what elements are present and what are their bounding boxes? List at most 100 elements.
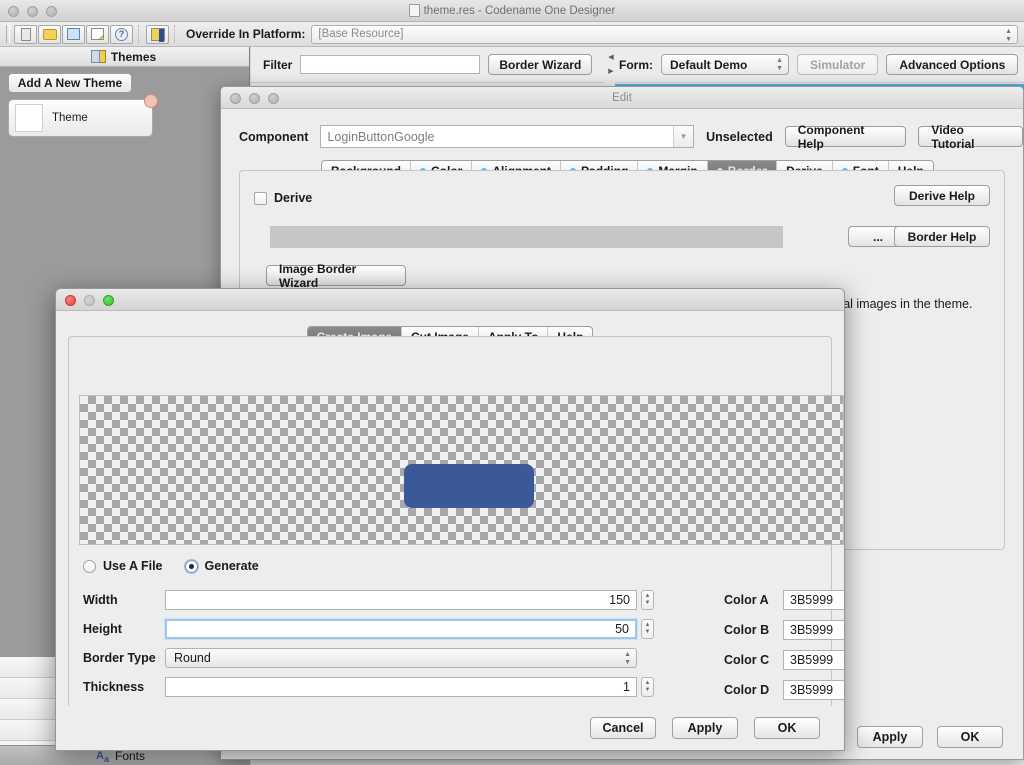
color-b-label: Color B	[724, 623, 776, 637]
stepper-down-icon[interactable]: ▼	[645, 629, 651, 635]
edit-button[interactable]	[86, 25, 109, 44]
color-a-label: Color A	[724, 593, 776, 607]
edit-close-button[interactable]	[230, 93, 241, 104]
theme-list-item[interactable]: Theme	[8, 99, 153, 137]
stepper-down-icon[interactable]: ▼	[645, 687, 651, 693]
stepper-up-icon[interactable]: ▲	[645, 622, 651, 628]
help-button[interactable]: ?	[110, 25, 133, 44]
width-value: 150	[609, 593, 630, 607]
dialog-close-button[interactable]	[65, 295, 76, 306]
themes-header: Themes	[0, 47, 249, 67]
component-help-button[interactable]: Component Help	[785, 126, 907, 147]
generated-border-preview	[404, 464, 534, 508]
field-row-thickness: Thickness 1 ▲▼	[79, 672, 823, 701]
image-preview-canvas[interactable]	[79, 395, 844, 545]
height-input[interactable]: 50	[165, 619, 637, 639]
chevron-left-icon[interactable]: ◀	[608, 55, 613, 61]
form-select[interactable]: Default Demo ▲▼	[661, 54, 789, 75]
color-c-input[interactable]: 3B5999	[783, 650, 845, 670]
dialog-traffic-lights[interactable]	[65, 295, 114, 306]
simulator-label: Simulator	[810, 58, 865, 72]
width-stepper[interactable]: ▲▼	[641, 590, 654, 610]
form-toolbar: Form: Default Demo ▲▼ Simulator Advanced…	[615, 47, 1024, 83]
edit-apply-label: Apply	[873, 730, 908, 744]
help-question-icon: ?	[115, 28, 128, 41]
add-new-theme-button[interactable]: Add A New Theme	[8, 73, 132, 93]
radio-use-a-file[interactable]: Use A File	[83, 559, 163, 573]
derive-checkbox[interactable]	[254, 192, 267, 205]
theme-remove-badge-icon[interactable]	[144, 94, 158, 108]
image-border-wizard-button[interactable]: Image Border Wizard	[266, 265, 406, 286]
component-selector-row: Component LoginButtonGoogle ▼ Unselected…	[221, 109, 1023, 148]
dialog-ok-button[interactable]: OK	[754, 717, 820, 739]
derive-checkbox-row[interactable]: Derive	[254, 191, 990, 205]
edit-apply-button[interactable]: Apply	[857, 726, 923, 748]
radio-generate-control[interactable]	[185, 560, 198, 573]
dialog-apply-button[interactable]: Apply	[672, 717, 738, 739]
themes-icon	[93, 50, 106, 63]
color-a-input[interactable]: 3B5999	[783, 590, 845, 610]
edit-window-traffic-lights[interactable]	[230, 93, 279, 104]
filter-input[interactable]	[300, 55, 480, 74]
open-button[interactable]	[38, 25, 61, 44]
thickness-input[interactable]: 1	[165, 677, 637, 697]
override-platform-combo[interactable]: [Base Resource] ▲▼	[311, 25, 1018, 44]
color-c-value: 3B5999	[790, 653, 833, 667]
chevron-right-icon[interactable]: ▶	[608, 69, 613, 75]
advanced-options-label: Advanced Options	[899, 58, 1005, 72]
stepper-up-icon[interactable]: ▲	[645, 680, 651, 686]
thickness-stepper[interactable]: ▲▼	[641, 677, 654, 697]
toolbar-separator-2	[174, 25, 178, 43]
form-select-value: Default Demo	[670, 58, 747, 72]
window-traffic-lights[interactable]	[8, 6, 57, 17]
color-a-value: 3B5999	[790, 593, 833, 607]
radio-use-a-file-control[interactable]	[83, 560, 96, 573]
fonts-icon: Aa	[96, 750, 110, 762]
border-browse-label: ...	[873, 230, 883, 244]
stepper-down-icon[interactable]: ▼	[645, 600, 651, 606]
height-stepper[interactable]: ▲▼	[641, 619, 654, 639]
field-row-width: Width 150 ▲▼	[79, 585, 823, 614]
dialog-minimize-button[interactable]	[84, 295, 95, 306]
dialog-zoom-button[interactable]	[103, 295, 114, 306]
derive-checkbox-label: Derive	[274, 191, 312, 205]
splitter-handle[interactable]: ◀ ▶	[607, 47, 615, 83]
video-tutorial-button[interactable]: Video Tutorial	[918, 126, 1023, 147]
component-combo[interactable]: LoginButtonGoogle ▼	[320, 125, 694, 148]
border-help-button[interactable]: Border Help	[894, 226, 990, 247]
minimize-button[interactable]	[27, 6, 38, 17]
edit-ok-button[interactable]: OK	[937, 726, 1003, 748]
close-button[interactable]	[8, 6, 19, 17]
color-d-input[interactable]: 3B5999	[783, 680, 845, 700]
radio-generate-label: Generate	[205, 559, 259, 573]
save-button[interactable]	[62, 25, 85, 44]
width-input[interactable]: 150	[165, 590, 637, 610]
color-row-a: Color A 3B5999 ...	[724, 585, 845, 615]
dialog-cancel-label: Cancel	[603, 721, 644, 735]
border-wizard-button[interactable]: Border Wizard	[488, 54, 592, 75]
document-icon	[409, 4, 420, 17]
simulator-button[interactable]: Simulator	[797, 54, 878, 75]
derive-help-button[interactable]: Derive Help	[894, 185, 990, 206]
theme-item-label: Theme	[52, 112, 88, 124]
zoom-button[interactable]	[46, 6, 57, 17]
unselected-state-label: Unselected	[706, 130, 773, 144]
color-b-input[interactable]: 3B5999	[783, 620, 845, 640]
export-button[interactable]	[146, 25, 169, 44]
edit-zoom-button[interactable]	[268, 93, 279, 104]
stepper-up-icon[interactable]: ▲	[645, 593, 651, 599]
new-document-button[interactable]	[14, 25, 37, 44]
radio-generate[interactable]: Generate	[185, 559, 259, 573]
chevron-updown-icon: ▲▼	[776, 57, 783, 72]
border-type-select[interactable]: Round ▲▼	[165, 648, 637, 668]
chevron-updown-icon: ▲▼	[624, 651, 631, 666]
override-platform-label: Override In Platform:	[186, 27, 305, 41]
chevron-down-icon[interactable]: ▼	[673, 126, 693, 147]
edit-minimize-button[interactable]	[249, 93, 260, 104]
color-d-value: 3B5999	[790, 683, 833, 697]
field-row-border-type: Border Type Round ▲▼	[79, 643, 823, 672]
toolbar-grip[interactable]	[6, 25, 10, 43]
video-tutorial-label: Video Tutorial	[931, 123, 1010, 151]
advanced-options-button[interactable]: Advanced Options	[886, 54, 1018, 75]
dialog-cancel-button[interactable]: Cancel	[590, 717, 656, 739]
